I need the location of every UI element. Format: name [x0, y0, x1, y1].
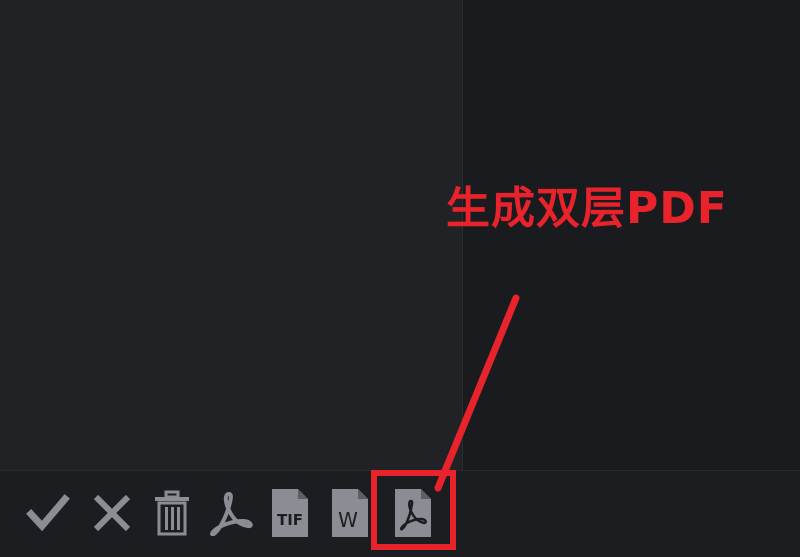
annotation-label: 生成双层PDF	[446, 183, 728, 234]
annotation-arrow	[434, 294, 520, 492]
